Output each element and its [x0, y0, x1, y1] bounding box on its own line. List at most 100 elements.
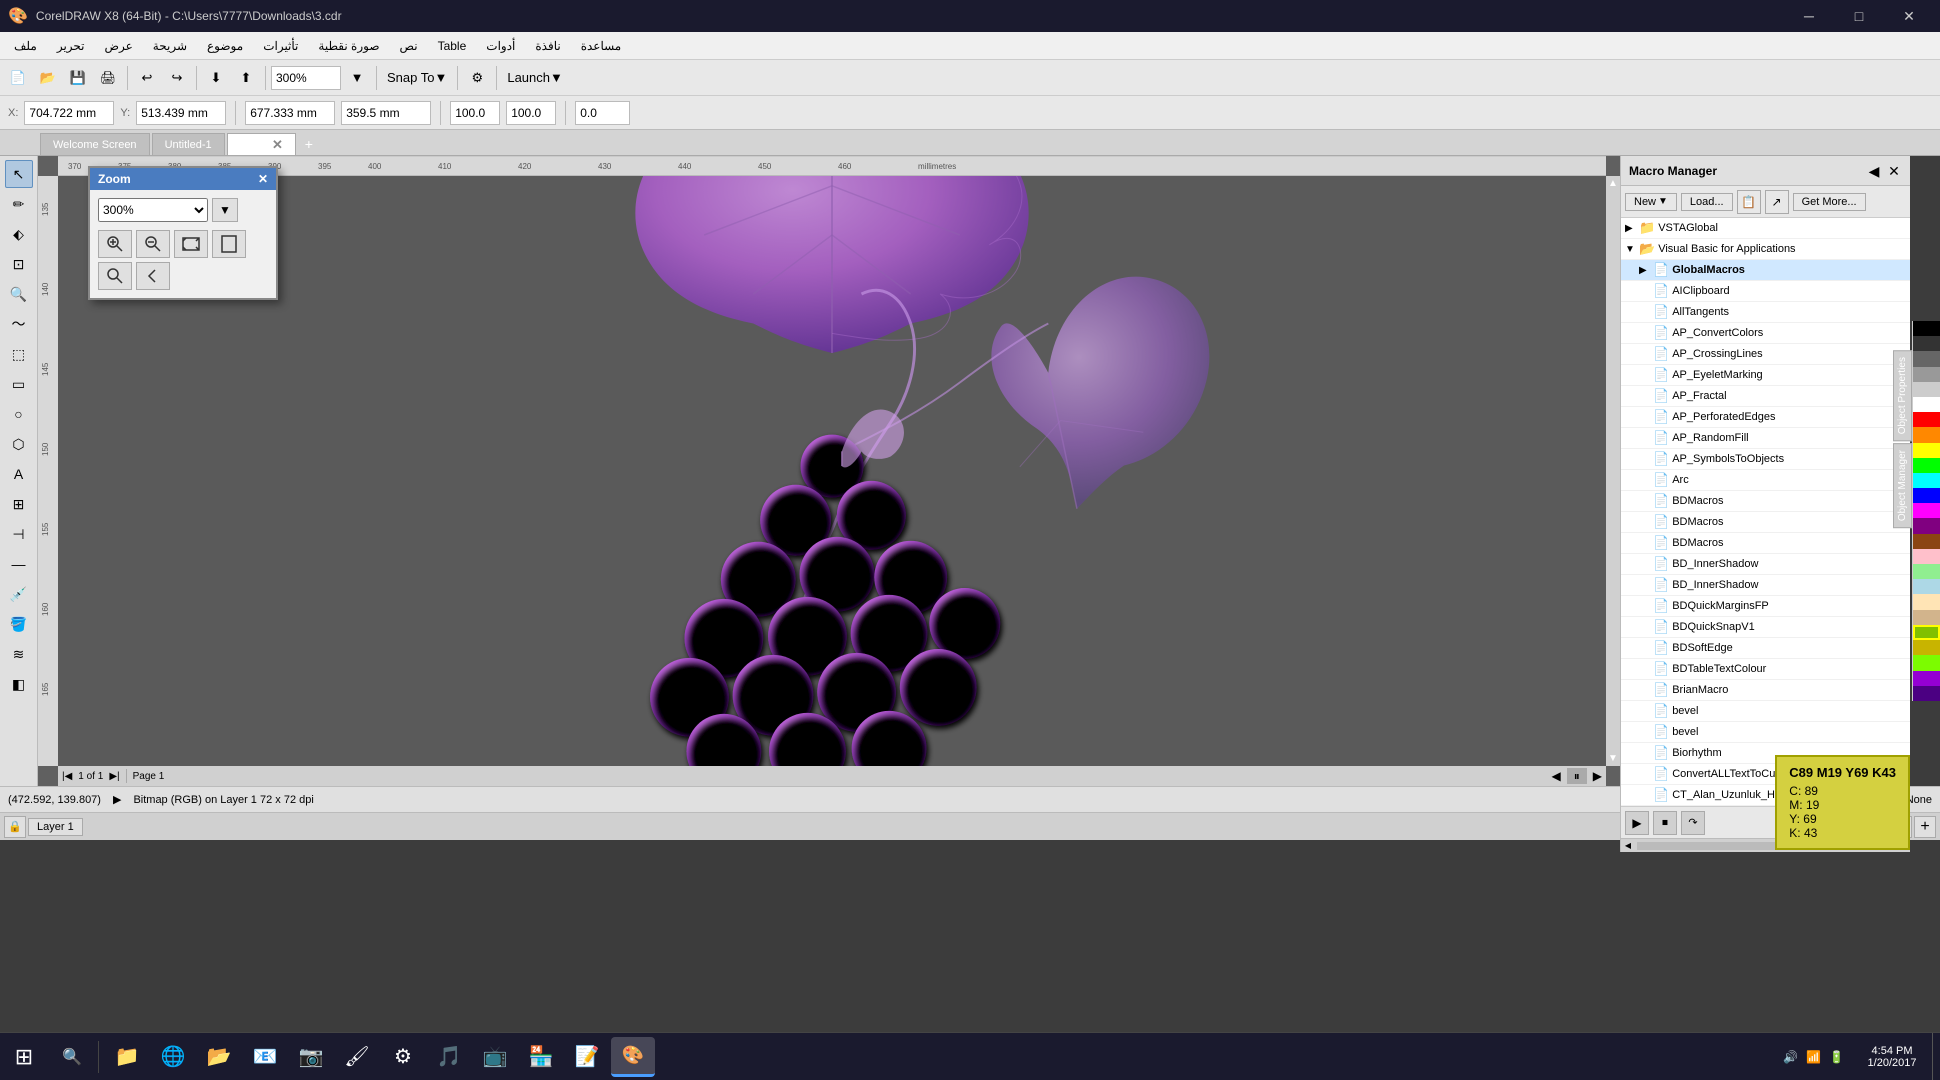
taskbar-ie[interactable]: 🌐	[151, 1037, 195, 1077]
macro-panel-minimize[interactable]: ◀	[1866, 163, 1882, 179]
macro-item-ap-symbolstoobjects[interactable]: 📄 AP_SymbolsToObjects	[1621, 449, 1910, 470]
smart-fill-tool[interactable]: ⬚	[5, 340, 33, 368]
zoom-to-fit-button[interactable]	[174, 230, 208, 258]
macro-item-bdtabletextcolour[interactable]: 📄 BDTableTextColour	[1621, 659, 1910, 680]
macro-item-ap-perforatededges[interactable]: 📄 AP_PerforatedEdges	[1621, 407, 1910, 428]
run-macro-button[interactable]: ▶	[1625, 811, 1649, 835]
menu-edit[interactable]: تحرير	[47, 35, 95, 57]
scroll-right-button[interactable]: ▶	[1593, 769, 1602, 783]
taskbar-settings[interactable]: ⚙	[381, 1037, 425, 1077]
layer-add-button[interactable]: +	[1914, 816, 1936, 838]
zoom-page-button[interactable]	[212, 230, 246, 258]
paint-bucket-tool[interactable]: 🪣	[5, 610, 33, 638]
scrollbar-vertical[interactable]: ▲ ▼	[1606, 176, 1620, 766]
macro-item-bdmacros-1[interactable]: 📄 BDMacros	[1621, 491, 1910, 512]
swatch-lightblue[interactable]	[1913, 579, 1940, 594]
undo-button[interactable]: ↩	[133, 64, 161, 92]
zoom-select[interactable]: 300% 200% 150% 100% 75% 50%	[98, 198, 208, 222]
taskbar-store[interactable]: 🏪	[519, 1037, 563, 1077]
taskbar-coreldraw[interactable]: 🎨	[611, 1037, 655, 1077]
swatch-orange[interactable]	[1913, 427, 1940, 442]
table-tool[interactable]: ⊞	[5, 490, 33, 518]
snap-to-button[interactable]: Snap To ▼	[382, 64, 452, 92]
scale-y-input[interactable]	[506, 101, 556, 125]
swatch-white[interactable]	[1913, 397, 1940, 412]
connector-tool[interactable]: —	[5, 550, 33, 578]
print-button[interactable]: 🖨	[94, 64, 122, 92]
menu-file[interactable]: ملف	[4, 35, 47, 57]
object-manager-tab[interactable]: Object Manager	[1893, 443, 1912, 528]
swatch-cyan[interactable]	[1913, 473, 1940, 488]
taskbar-search[interactable]: 🔍	[48, 1033, 96, 1080]
scroll-left-button[interactable]: ◀	[1552, 769, 1561, 783]
select-tool[interactable]: ↖	[5, 160, 33, 188]
zoom-dialog-close[interactable]: ✕	[258, 172, 268, 186]
object-properties-tab[interactable]: Object Properties	[1893, 350, 1912, 441]
scroll-down-button[interactable]: ▼	[1608, 751, 1618, 766]
x-input[interactable]	[24, 101, 114, 125]
dropper-tool[interactable]: 💉	[5, 580, 33, 608]
macro-item-ap-randomfill[interactable]: 📄 AP_RandomFill	[1621, 428, 1910, 449]
parallel-dimension-tool[interactable]: ⊣	[5, 520, 33, 548]
show-desktop-button[interactable]	[1932, 1033, 1940, 1080]
layer-1-button[interactable]: Layer 1	[28, 818, 83, 836]
macro-load-button[interactable]: Load...	[1681, 193, 1733, 211]
macro-list[interactable]: ▶ 📁 VSTAGlobal ▼ 📂 Visual Basic for Appl…	[1621, 218, 1910, 806]
taskbar-media[interactable]: 📺	[473, 1037, 517, 1077]
menu-table[interactable]: Table	[428, 35, 477, 57]
macro-item-brianmacro[interactable]: 📄 BrianMacro	[1621, 680, 1910, 701]
height-input[interactable]	[341, 101, 431, 125]
taskbar-photos[interactable]: 📷	[289, 1037, 333, 1077]
macro-item-bdmacros-2[interactable]: 📄 BDMacros	[1621, 512, 1910, 533]
tab-welcome-screen[interactable]: Welcome Screen	[40, 133, 150, 155]
scroll-up-button[interactable]: ▲	[1608, 176, 1618, 191]
macro-item-bdsoftedge[interactable]: 📄 BDSoftEdge	[1621, 638, 1910, 659]
swatch-mid[interactable]	[1913, 367, 1940, 382]
blend-tool[interactable]: ≋	[5, 640, 33, 668]
zoom-dropdown[interactable]: ▼	[343, 64, 371, 92]
scale-x-input[interactable]	[450, 101, 500, 125]
pause-button[interactable]: ⏸	[1567, 768, 1587, 784]
taskbar-audio[interactable]: 🎵	[427, 1037, 471, 1077]
first-page-button[interactable]: |◀	[62, 771, 72, 782]
taskbar-paint[interactable]: 🖌	[335, 1037, 379, 1077]
zoom-in-button[interactable]	[98, 230, 132, 258]
swatch-olive[interactable]	[1913, 640, 1940, 655]
tab-untitled[interactable]: Untitled-1	[152, 133, 225, 155]
macro-item-bdquicksnapv1[interactable]: 📄 BDQuickSnapV1	[1621, 617, 1910, 638]
rectangle-tool[interactable]: ▭	[5, 370, 33, 398]
macro-item-aiclipboard[interactable]: 📄 AIClipboard	[1621, 281, 1910, 302]
macro-export-button[interactable]: ↗	[1765, 190, 1789, 214]
last-page-button[interactable]: ▶|	[109, 771, 119, 782]
export-button[interactable]: ⬆	[232, 64, 260, 92]
shape-edit-tool[interactable]: ⬖	[5, 220, 33, 248]
macro-item-alltangents[interactable]: 📄 AllTangents	[1621, 302, 1910, 323]
menu-help[interactable]: مساعدة	[571, 35, 632, 57]
crop-tool[interactable]: ⊡	[5, 250, 33, 278]
macro-item-ap-crossinglines[interactable]: 📄 AP_CrossingLines	[1621, 344, 1910, 365]
taskbar-folder[interactable]: 📂	[197, 1037, 241, 1077]
step-macro-button[interactable]: ↷	[1681, 811, 1705, 835]
layer-icon-button[interactable]: 🔒	[4, 816, 26, 838]
ellipse-tool[interactable]: ○	[5, 400, 33, 428]
macro-item-vstaglobal[interactable]: ▶ 📁 VSTAGlobal	[1621, 218, 1910, 239]
import-button[interactable]: ⬇	[202, 64, 230, 92]
minimize-button[interactable]: ─	[1786, 0, 1832, 32]
menu-text[interactable]: نص	[390, 35, 428, 57]
swatch-red[interactable]	[1913, 412, 1940, 427]
menu-window[interactable]: نافذة	[525, 35, 570, 57]
macro-item-bd-innershadow-1[interactable]: 📄 BD_InnerShadow	[1621, 554, 1910, 575]
canvas-area[interactable]: 370 375 380 385 390 395 400 410 420 430 …	[38, 156, 1620, 786]
new-button[interactable]: 📄	[4, 64, 32, 92]
canvas-content[interactable]	[58, 176, 1606, 766]
macro-panel-close[interactable]: ✕	[1886, 163, 1902, 179]
menu-subject[interactable]: موضوع	[197, 35, 253, 57]
swatch-lightgreen[interactable]	[1913, 564, 1940, 579]
macro-copy-button[interactable]: 📋	[1737, 190, 1761, 214]
y-input[interactable]	[136, 101, 226, 125]
zoom-apply-button[interactable]: ▼	[212, 198, 238, 222]
freehand-tool[interactable]: ✏	[5, 190, 33, 218]
scroll-left-macro[interactable]: ◀	[1621, 839, 1635, 853]
macro-item-ap-fractal[interactable]: 📄 AP_Fractal	[1621, 386, 1910, 407]
open-button[interactable]: 📂	[34, 64, 62, 92]
